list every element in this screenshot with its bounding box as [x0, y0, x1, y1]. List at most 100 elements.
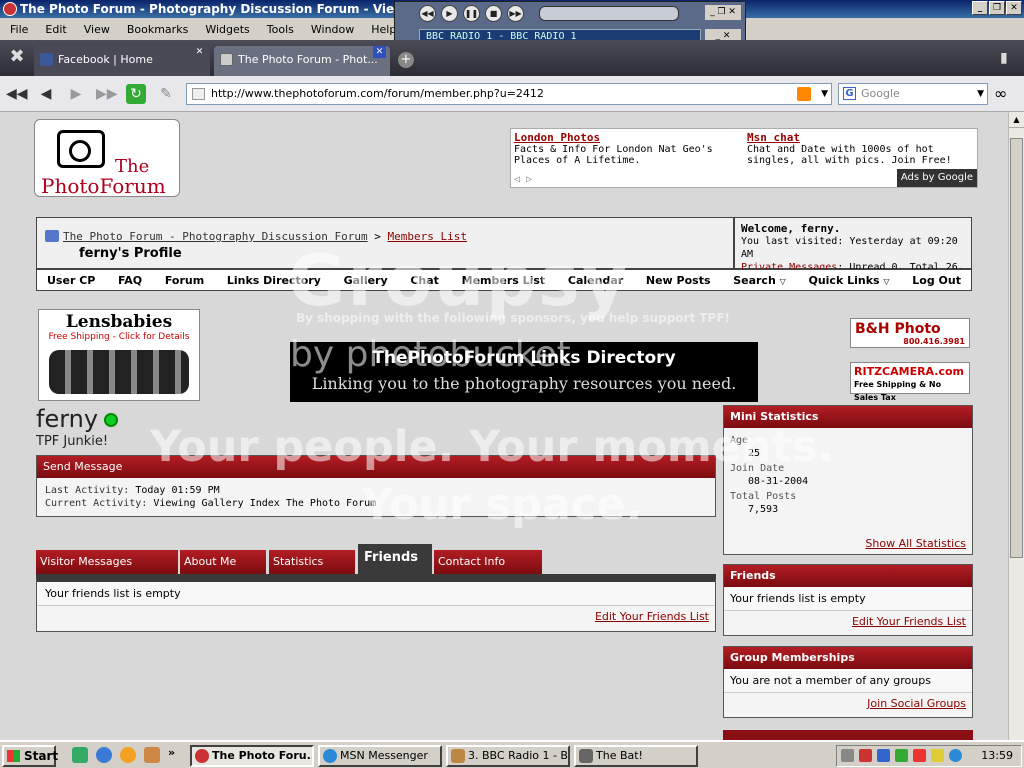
ads-by-google[interactable]: Ads by Google	[896, 169, 977, 187]
show-all-statistics-link[interactable]: Show All Statistics	[865, 537, 966, 550]
ad-title[interactable]: London Photos	[514, 131, 744, 144]
reload-icon[interactable]: ↻	[126, 84, 146, 104]
nav-members-list[interactable]: Members List	[462, 274, 546, 287]
glasses-icon[interactable]: ∞	[994, 84, 1007, 103]
lensbabies-ad[interactable]: Lensbabies Free Shipping - Click for Det…	[38, 309, 200, 401]
task-msn[interactable]: MSN Messenger	[318, 745, 442, 767]
pause-icon[interactable]: ❚❚	[463, 5, 480, 22]
network-icon[interactable]	[877, 749, 890, 762]
player-window-buttons[interactable]: _ ❐ ✕	[705, 5, 741, 20]
trash-icon[interactable]: ▮	[1000, 50, 1016, 68]
nav-log-out[interactable]: Log Out	[912, 274, 961, 287]
bh-photo-ad[interactable]: B&H Photo 800.416.3981	[850, 318, 970, 348]
rewind-icon[interactable]: ◀◀	[419, 5, 436, 22]
search-input[interactable]: G Google ▼	[838, 83, 988, 105]
nav-forum[interactable]: Forum	[165, 274, 204, 287]
task-photo-forum[interactable]: The Photo Foru...	[190, 745, 314, 767]
menu-window[interactable]: Window	[311, 23, 354, 36]
tab-visitor-messages[interactable]: Visitor Messages	[36, 550, 178, 574]
task-the-bat[interactable]: The Bat!	[574, 745, 698, 767]
forward-nav-icon[interactable]: ▶	[66, 84, 86, 104]
tab-facebook[interactable]: Facebook | Home ✕	[34, 46, 210, 76]
ad-title[interactable]: Msn chat	[747, 131, 977, 144]
profile-user-title: TPF Junkie!	[36, 434, 109, 449]
ad-london[interactable]: London Photos Facts & Info For London Na…	[514, 131, 744, 166]
messenger-quick-icon[interactable]	[120, 747, 136, 763]
send-message-panel: Send Message Last Activity: Today 01:59 …	[36, 455, 716, 517]
page-icon	[220, 53, 233, 66]
ie-icon[interactable]	[96, 747, 112, 763]
url-input[interactable]: http://www.thephotoforum.com/forum/membe…	[186, 83, 832, 105]
back-icon[interactable]: ◀	[36, 84, 56, 104]
menu-bookmarks[interactable]: Bookmarks	[127, 23, 188, 36]
edit-icon[interactable]: ✎	[156, 84, 176, 104]
send-message-link[interactable]: Send Message	[37, 456, 715, 478]
next-panel-header	[723, 730, 973, 740]
chevron-down-icon[interactable]: ▼	[821, 84, 828, 104]
join-social-groups-link[interactable]: Join Social Groups	[867, 697, 966, 710]
edit-friends-link[interactable]: Edit Your Friends List	[595, 610, 709, 623]
breadcrumb-forum-link[interactable]: The Photo Forum - Photography Discussion…	[63, 230, 368, 243]
nav-calendar[interactable]: Calendar	[568, 274, 623, 287]
nav-quick-links[interactable]: Quick Links ▽	[808, 274, 889, 287]
new-tab-icon[interactable]: +	[398, 52, 414, 68]
mini-statistics-body: Age 25 Join Date 08-31-2004 Total Posts …	[724, 428, 972, 524]
task-bbc-radio[interactable]: 3. BBC Radio 1 - B...	[446, 745, 570, 767]
site-logo[interactable]: The PhotoForum	[34, 119, 180, 198]
msn-tray-icon[interactable]	[949, 749, 962, 762]
menu-file[interactable]: File	[10, 23, 28, 36]
profile-tabs: Visitor Messages About Me Statistics Fri…	[36, 542, 716, 574]
ad-msn[interactable]: Msn chat Chat and Date with 1000s of hot…	[747, 131, 977, 166]
menu-help[interactable]: Help	[371, 23, 396, 36]
tray-red-icon[interactable]	[913, 749, 926, 762]
windows-flag-icon	[7, 750, 20, 762]
menu-widgets[interactable]: Widgets	[205, 23, 249, 36]
edit-friends-side-link[interactable]: Edit Your Friends List	[852, 615, 966, 628]
tab-contact-info[interactable]: Contact Info	[434, 550, 542, 574]
vertical-scrollbar[interactable]: ▲	[1008, 112, 1024, 740]
tools-icon[interactable]: ✖	[4, 46, 30, 72]
tab-photoforum[interactable]: The Photo Forum - Phot... ✕	[214, 46, 390, 76]
desktop-icon[interactable]	[72, 747, 88, 763]
tab-about-me[interactable]: About Me	[180, 550, 266, 574]
volume-slider[interactable]	[539, 6, 679, 21]
close-tab-icon[interactable]: ✕	[193, 46, 206, 58]
tab-statistics[interactable]: Statistics	[269, 550, 355, 574]
ad-nav-arrows[interactable]: ◁ ▷	[514, 174, 532, 185]
scroll-thumb[interactable]	[1010, 138, 1023, 558]
app-quick-icon[interactable]	[144, 747, 160, 763]
nav-links-directory[interactable]: Links Directory	[227, 274, 321, 287]
links-directory-banner[interactable]: ThePhotoForum Links Directory Linking yo…	[290, 342, 758, 402]
nav-search[interactable]: Search ▽	[733, 274, 786, 287]
nav-user-cp[interactable]: User CP	[47, 274, 95, 287]
ritz-camera-ad[interactable]: RITZCAMERA.com Free Shipping & No Sales …	[850, 362, 970, 402]
tray-green-icon[interactable]	[895, 749, 908, 762]
close-tab-icon[interactable]: ✕	[373, 46, 386, 58]
nav-gallery[interactable]: Gallery	[344, 274, 388, 287]
friends-tab-content: Your friends list is empty Edit Your Fri…	[36, 574, 716, 632]
menu-tools[interactable]: Tools	[267, 23, 294, 36]
menu-edit[interactable]: Edit	[45, 23, 66, 36]
close-button[interactable]: ✕	[1006, 1, 1022, 15]
tray-yellow-icon[interactable]	[931, 749, 944, 762]
scroll-up-icon[interactable]: ▲	[1009, 112, 1024, 128]
nav-chat[interactable]: Chat	[410, 274, 439, 287]
nav-faq[interactable]: FAQ	[118, 274, 142, 287]
stop-icon[interactable]: ■	[485, 5, 502, 22]
rewind-nav-icon[interactable]: ◀◀	[6, 84, 28, 104]
chevron-down-icon[interactable]: ▼	[977, 84, 984, 104]
tray-app-icon[interactable]	[859, 749, 872, 762]
rss-icon[interactable]	[797, 87, 811, 101]
menu-view[interactable]: View	[84, 23, 110, 36]
nav-new-posts[interactable]: New Posts	[646, 274, 711, 287]
fast-forward-icon[interactable]: ▶▶	[96, 84, 118, 104]
breadcrumb-members-link[interactable]: Members List	[388, 230, 467, 243]
tab-friends[interactable]: Friends	[358, 544, 432, 574]
forward-icon[interactable]: ▶▶	[507, 5, 524, 22]
minimize-button[interactable]: _	[972, 1, 988, 15]
play-icon[interactable]: ▶	[441, 5, 458, 22]
volume-icon[interactable]	[841, 749, 854, 762]
start-button[interactable]: Start	[2, 745, 58, 767]
chevron-right-icon[interactable]: »	[168, 746, 175, 759]
restore-button[interactable]: ❐	[989, 1, 1005, 15]
